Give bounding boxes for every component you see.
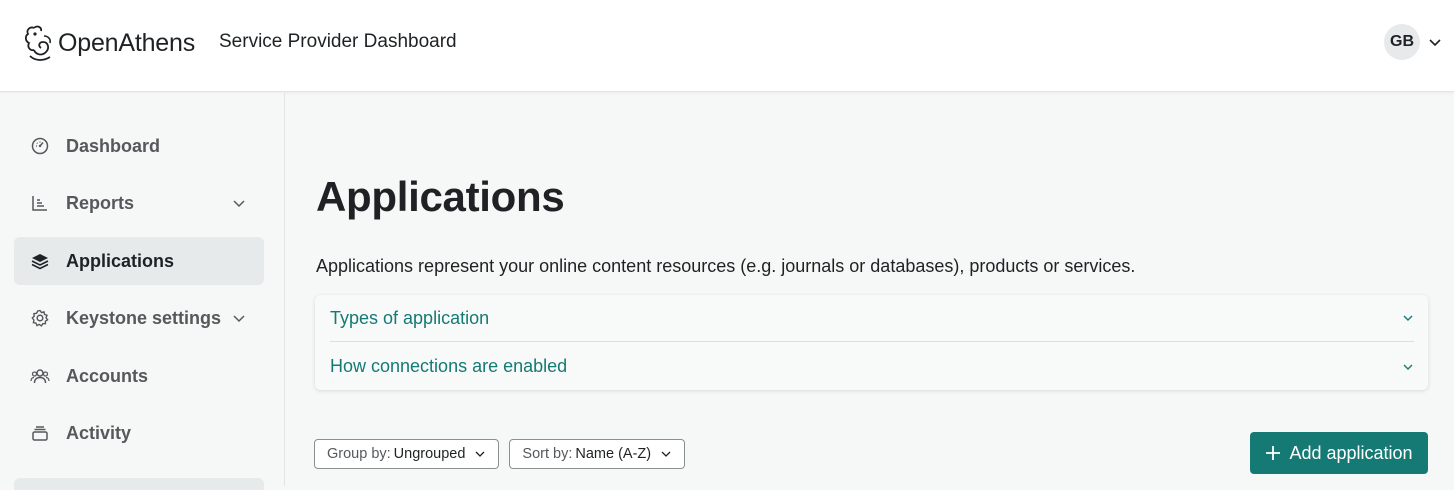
group-by-label: Group by: [327,446,391,462]
sidebar-item-label: Reports [66,192,135,213]
sidebar-item-applications[interactable]: Applications [14,237,264,285]
logo-text: OpenAthens [58,28,195,57]
chevron-down-icon [475,451,485,457]
sidebar-item-label: Keystone settings [66,307,222,328]
sidebar-item-label: Applications [66,250,175,271]
chevron-down-icon[interactable] [232,311,246,325]
sidebar-nav: Dashboard Reports Applications Keystone … [0,93,285,490]
chevron-down-icon [661,451,671,457]
sidebar-item-partial[interactable] [14,478,264,490]
gauge-icon [31,137,49,155]
sidebar-item-activity[interactable]: Activity [14,409,264,457]
chevron-down-icon[interactable] [232,196,246,210]
accordion-item-label: How connections are enabled [330,356,568,376]
main-content: Applications Applications represent your… [286,93,1454,486]
group-by-value: Ungrouped [393,446,466,462]
list-toolbar: Group by: Ungrouped Sort by: Name (A-Z) [314,439,695,469]
add-application-button[interactable]: Add application [1250,432,1428,474]
top-header: OpenAthens Service Provider Dashboard GB [0,0,1454,92]
accordion-item-label: Types of application [330,307,490,328]
sort-by-value: Name (A-Z) [575,446,652,462]
page-title: Applications [316,173,565,220]
sidebar-item-label: Accounts [66,365,149,386]
accordion-item-connections[interactable]: How connections are enabled [330,343,1414,390]
add-application-label: Add application [1289,442,1413,463]
group-by-select[interactable]: Group by: Ungrouped [314,439,500,469]
chevron-down-icon[interactable] [1428,35,1442,49]
avatar[interactable]: GB [1384,24,1420,60]
layers-icon [31,254,49,270]
plus-icon [1266,446,1281,460]
user-menu[interactable]: GB [1384,24,1442,60]
sidebar-item-dashboard[interactable]: Dashboard [14,122,264,170]
app-title: Service Provider Dashboard [219,31,457,52]
chevron-down-icon[interactable] [1402,361,1414,373]
stack-icon [32,426,48,441]
users-icon [30,369,50,384]
sidebar-item-label: Dashboard [66,135,161,156]
sidebar-item-label: Activity [66,422,132,443]
sort-by-select[interactable]: Sort by: Name (A-Z) [509,439,686,469]
sidebar-item-accounts[interactable]: Accounts [14,352,264,400]
chevron-down-icon[interactable] [1402,312,1414,324]
page-description: Applications represent your online conte… [316,256,1136,276]
sort-by-label: Sort by: [522,446,573,462]
sidebar-item-keystone-settings[interactable]: Keystone settings [14,294,264,342]
info-accordion: Types of application How connections are… [315,295,1428,390]
sidebar-item-reports[interactable]: Reports [14,179,264,227]
openathens-owl-logo-icon [24,25,51,61]
openathens-logo[interactable]: OpenAthens [22,22,195,64]
gear-icon [31,309,49,327]
accordion-item-types[interactable]: Types of application [330,295,1414,342]
bar-chart-icon [32,196,47,211]
